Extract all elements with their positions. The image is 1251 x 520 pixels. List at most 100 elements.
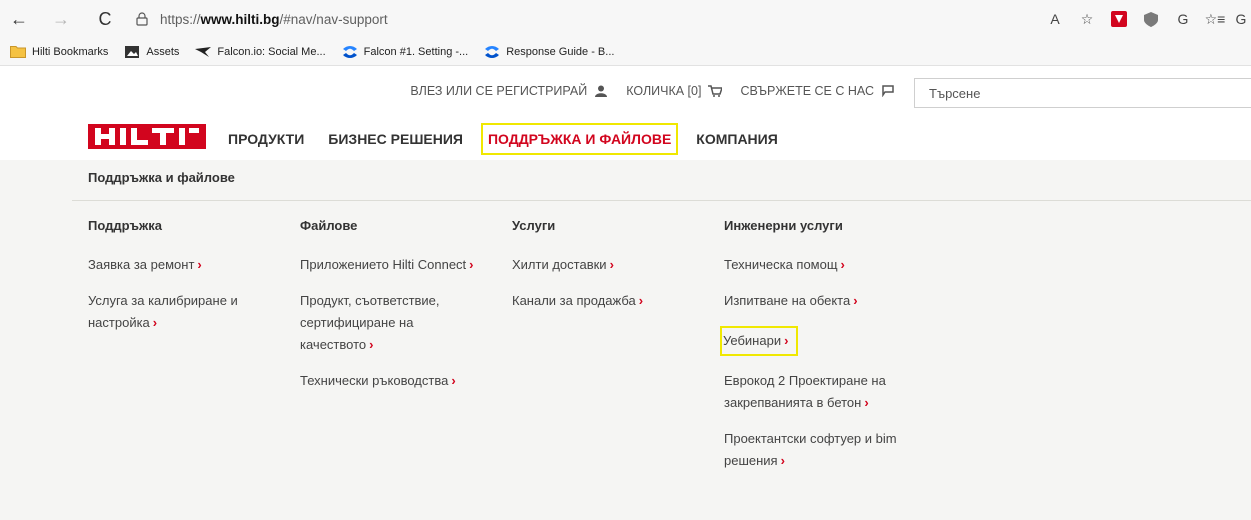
add-favorite-icon[interactable]: ☆: [1071, 5, 1103, 33]
confluence-icon: [484, 45, 500, 59]
menu-link-delivery[interactable]: Хилти доставки ›: [512, 254, 712, 276]
bookmark-falcon-social[interactable]: Falcon.io: Social Me...: [195, 45, 326, 59]
nav-products[interactable]: ПРОДУКТИ: [228, 131, 304, 147]
chevron-right-icon: ›: [609, 257, 614, 272]
menu-link-label: Канали за продажба: [512, 293, 636, 308]
highlight-box: Уебинари ›: [720, 326, 799, 356]
column-engineering: Инженерни услуги Техническа помощ › Изпит…: [720, 218, 924, 486]
lock-icon[interactable]: [134, 11, 150, 27]
chevron-right-icon: ›: [853, 293, 858, 308]
column-title: Инженерни услуги: [724, 218, 843, 233]
bookmark-assets[interactable]: Assets: [124, 45, 179, 59]
nav-company[interactable]: КОМПАНИЯ: [696, 131, 778, 147]
bookmark-label: Falcon #1. Setting -...: [363, 45, 469, 58]
menu-link-compliance[interactable]: Продукт, съответствие, сертифициране на …: [300, 290, 480, 356]
chevron-right-icon: ›: [197, 257, 202, 272]
folder-icon: [10, 45, 26, 59]
utility-links: ВЛЕЗ ИЛИ СЕ РЕГИСТРИРАЙ КОЛИЧКА [0] СВЪР…: [392, 84, 895, 98]
menu-link-label: Заявка за ремонт: [88, 257, 195, 272]
menu-link-label: Изпитване на обекта: [724, 293, 851, 308]
menu-link-manuals[interactable]: Технически ръководства ›: [300, 370, 500, 392]
column-services: Услуги Хилти доставки › Канали за продажб…: [512, 218, 712, 326]
extensions-row: A ☆ G ☆≡ G: [1039, 5, 1251, 33]
forward-icon[interactable]: →: [48, 6, 74, 32]
nav-support[interactable]: ПОДДРЪЖКА И ФАЙЛОВЕ: [480, 123, 679, 155]
extension-red-icon[interactable]: [1103, 5, 1135, 33]
hilti-logo-mark: [95, 128, 199, 145]
image-icon: [124, 45, 140, 59]
menu-link-webinars[interactable]: Уебинари ›: [720, 326, 924, 356]
shield-icon[interactable]: [1135, 5, 1167, 33]
menu-link-site-testing[interactable]: Изпитване на обекта ›: [724, 290, 924, 312]
read-aloud-icon[interactable]: A: [1039, 5, 1071, 33]
divider: [72, 200, 1251, 201]
chevron-right-icon: ›: [638, 293, 644, 308]
chevron-right-icon: ›: [152, 315, 158, 330]
contact-link[interactable]: СВЪРЖЕТЕ СЕ С НАС: [740, 84, 895, 98]
confluence-icon: [342, 45, 358, 59]
hilti-logo[interactable]: [88, 124, 206, 149]
bookmark-hilti[interactable]: Hilti Bookmarks: [10, 45, 108, 59]
bookmark-falcon-setting[interactable]: Falcon #1. Setting -...: [342, 45, 469, 59]
column-title: Поддръжка: [88, 218, 162, 233]
favorites-bar-icon[interactable]: ☆≡: [1199, 5, 1231, 33]
chevron-right-icon: ›: [451, 373, 456, 388]
menu-link-eurocode[interactable]: Еврокод 2 Проектиране на закрепванията в…: [724, 370, 924, 414]
column-files: Файлове Приложението Hilti Connect › Прод…: [300, 218, 500, 406]
mega-menu-heading: Поддръжка и файлове: [88, 170, 235, 185]
bookmark-response-guide[interactable]: Response Guide - B...: [484, 45, 614, 59]
collections-icon[interactable]: G: [1167, 5, 1199, 33]
column-title: Услуги: [512, 218, 556, 233]
mega-menu: Поддръжка и файлове Поддръжка Заявка за …: [0, 160, 1251, 520]
menu-link-label: Техническа помощ: [724, 257, 838, 272]
contact-label: СВЪРЖЕТЕ СЕ С НАС: [740, 84, 874, 98]
bookmark-label: Hilti Bookmarks: [32, 45, 109, 58]
refresh-icon[interactable]: C: [92, 6, 118, 32]
address-bar[interactable]: https://www.hilti.bg/#nav/nav-support: [134, 5, 388, 33]
chevron-right-icon: ›: [864, 395, 869, 410]
menu-link-label: Еврокод 2 Проектиране на закрепванията в…: [724, 373, 886, 410]
chevron-right-icon: ›: [369, 337, 374, 352]
menu-link-label: Технически ръководства: [300, 373, 449, 388]
menu-link-hilti-connect[interactable]: Приложението Hilti Connect ›: [300, 254, 500, 276]
chat-icon: [881, 84, 895, 98]
menu-link-label: Уебинари: [723, 333, 782, 348]
chevron-right-icon: ›: [469, 257, 474, 272]
browser-toolbar: ← → C https://www.hilti.bg/#nav/nav-supp…: [0, 0, 1251, 38]
menu-link-label: Услуга за калибриране и настройка: [88, 293, 238, 330]
main-navigation: ПРОДУКТИ БИЗНЕС РЕШЕНИЯ ПОДДРЪЖКА И ФАЙЛ…: [0, 120, 1251, 158]
cart-link[interactable]: КОЛИЧКА [0]: [626, 84, 723, 98]
search-input[interactable]: Търсене: [914, 78, 1251, 108]
utility-bar: ВЛЕЗ ИЛИ СЕ РЕГИСТРИРАЙ КОЛИЧКА [0] СВЪР…: [0, 66, 1251, 120]
url-host: www.hilti.bg: [200, 11, 280, 27]
url-prefix: https://: [160, 11, 201, 27]
menu-link-technical-help[interactable]: Техническа помощ ›: [724, 254, 924, 276]
column-support: Поддръжка Заявка за ремонт › Услуга за ка…: [88, 218, 288, 348]
menu-link-label: Приложението Hilti Connect: [300, 257, 467, 272]
falcon-icon: [195, 45, 212, 59]
back-icon[interactable]: ←: [6, 6, 32, 32]
chevron-right-icon: ›: [784, 333, 789, 348]
chevron-right-icon: ›: [840, 257, 845, 272]
menu-link-software-bim[interactable]: Проектантски софтуер и bim решения ›: [724, 428, 924, 472]
menu-link-sales-channels[interactable]: Канали за продажба ›: [512, 290, 712, 312]
menu-link-label: Проектантски софтуер и bim решения: [724, 431, 897, 468]
url-path: /#nav/nav-support: [279, 11, 388, 27]
bookmark-label: Assets: [146, 45, 180, 58]
login-label: ВЛЕЗ ИЛИ СЕ РЕГИСТРИРАЙ: [410, 84, 588, 98]
nav-items: ПРОДУКТИ БИЗНЕС РЕШЕНИЯ ПОДДРЪЖКА И ФАЙЛ…: [228, 120, 802, 158]
bookmark-label: Falcon.io: Social Me...: [217, 45, 326, 58]
bookmark-label: Response Guide - B...: [506, 45, 615, 58]
login-link[interactable]: ВЛЕЗ ИЛИ СЕ РЕГИСТРИРАЙ: [410, 84, 608, 98]
column-title: Файлове: [300, 218, 358, 233]
more-icon[interactable]: G: [1231, 5, 1251, 33]
cart-label: КОЛИЧКА [0]: [626, 84, 702, 98]
chevron-right-icon: ›: [780, 453, 785, 468]
menu-link-calibration[interactable]: Услуга за калибриране и настройка ›: [88, 290, 258, 334]
menu-link-repair[interactable]: Заявка за ремонт ›: [88, 254, 258, 276]
user-icon: [594, 84, 608, 98]
cart-icon: [708, 84, 723, 98]
menu-link-label: Хилти доставки: [512, 257, 607, 272]
nav-business[interactable]: БИЗНЕС РЕШЕНИЯ: [328, 131, 463, 147]
bookmarks-bar: Hilti Bookmarks Assets Falcon.io: Social…: [0, 38, 1251, 66]
